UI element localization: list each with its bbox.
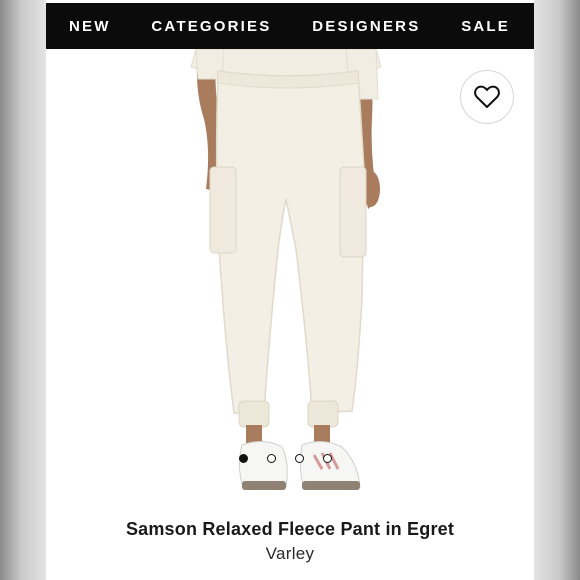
product-info: Samson Relaxed Fleece Pant in Egret Varl… (46, 509, 534, 564)
heart-icon (474, 85, 500, 108)
product-image[interactable] (46, 49, 534, 509)
nav-categories[interactable]: CATEGORIES (151, 18, 271, 35)
carousel-dot-2[interactable] (267, 454, 276, 463)
carousel-indicators (239, 454, 332, 463)
wishlist-button[interactable] (460, 70, 514, 124)
nav-designers[interactable]: DESIGNERS (312, 18, 420, 35)
carousel-dot-4[interactable] (323, 454, 332, 463)
product-brand[interactable]: Varley (46, 544, 534, 564)
product-title: Samson Relaxed Fleece Pant in Egret (125, 519, 455, 539)
left-blur-gutter (0, 0, 46, 580)
top-navigation: NEW CATEGORIES DESIGNERS SALE (46, 3, 534, 49)
model-wearing-pants-illustration (190, 49, 382, 490)
product-page: NEW CATEGORIES DESIGNERS SALE Samson Rel… (46, 0, 534, 580)
carousel-dot-3[interactable] (295, 454, 304, 463)
carousel-dot-1[interactable] (239, 454, 248, 463)
nav-new[interactable]: NEW (69, 18, 111, 35)
right-blur-gutter (534, 0, 580, 580)
nav-sale[interactable]: SALE (461, 18, 510, 35)
